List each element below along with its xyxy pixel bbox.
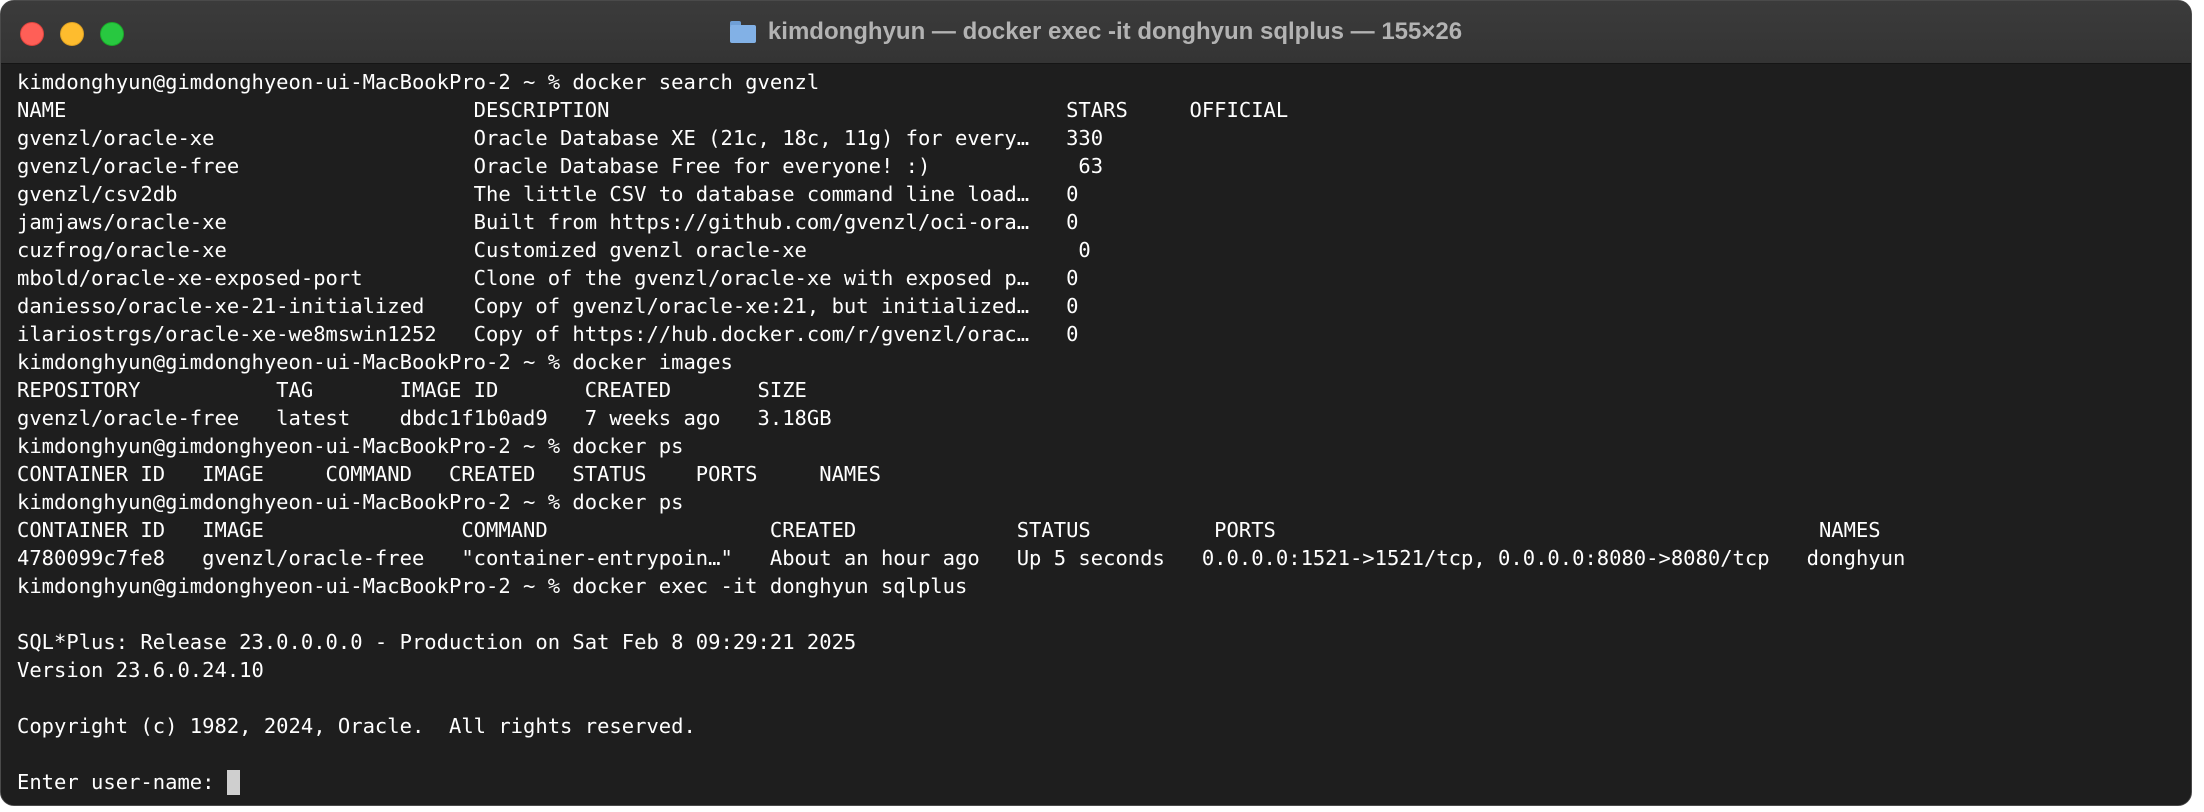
terminal-line: CONTAINER ID IMAGE COMMAND CREATED STATU… xyxy=(17,462,881,486)
terminal-line: cuzfrog/oracle-xe Customized gvenzl orac… xyxy=(17,238,1091,262)
terminal-line: CONTAINER ID IMAGE COMMAND CREATED STATU… xyxy=(17,518,1881,542)
terminal-line: daniesso/oracle-xe-21-initialized Copy o… xyxy=(17,294,1079,318)
title-bar[interactable]: kimdonghyun — docker exec -it donghyun s… xyxy=(1,1,2191,64)
terminal-line: kimdonghyun@gimdonghyeon-ui-MacBookPro-2… xyxy=(17,70,820,94)
terminal-line: SQL*Plus: Release 23.0.0.0.0 - Productio… xyxy=(17,630,857,654)
terminal-line: gvenzl/oracle-free latest dbdc1f1b0ad9 7… xyxy=(17,406,832,430)
terminal-line: ilariostrgs/oracle-xe-we8mswin1252 Copy … xyxy=(17,322,1079,346)
terminal-line: kimdonghyun@gimdonghyeon-ui-MacBookPro-2… xyxy=(17,490,684,514)
prompt-text: Enter user-name: xyxy=(17,770,227,794)
folder-icon xyxy=(729,21,756,43)
prompt-line[interactable]: Enter user-name: xyxy=(17,768,2191,796)
window-title: kimdonghyun — docker exec -it donghyun s… xyxy=(767,18,1463,45)
terminal-line: kimdonghyun@gimdonghyeon-ui-MacBookPro-2… xyxy=(17,574,968,598)
terminal-line: 4780099c7fe8 gvenzl/oracle-free "contain… xyxy=(17,546,1906,570)
window-title-group: kimdonghyun — docker exec -it donghyun s… xyxy=(1,1,2191,63)
terminal-line: gvenzl/csv2db The little CSV to database… xyxy=(17,182,1079,206)
terminal-line: mbold/oracle-xe-exposed-port Clone of th… xyxy=(17,266,1079,290)
terminal-line: REPOSITORY TAG IMAGE ID CREATED SIZE xyxy=(17,378,807,402)
terminal-line: jamjaws/oracle-xe Built from https://git… xyxy=(17,210,1079,234)
terminal-line: Version 23.6.0.24.10 xyxy=(17,658,264,682)
terminal-line: kimdonghyun@gimdonghyeon-ui-MacBookPro-2… xyxy=(17,434,684,458)
terminal-line: gvenzl/oracle-free Oracle Database Free … xyxy=(17,154,1104,178)
terminal-window: kimdonghyun — docker exec -it donghyun s… xyxy=(0,0,2192,806)
text-cursor xyxy=(226,770,240,795)
terminal-line: gvenzl/oracle-xe Oracle Database XE (21c… xyxy=(17,126,1104,150)
terminal-line: Copyright (c) 1982, 2024, Oracle. All ri… xyxy=(17,714,696,738)
terminal-output[interactable]: kimdonghyun@gimdonghyeon-ui-MacBookPro-2… xyxy=(1,64,2191,805)
terminal-line: kimdonghyun@gimdonghyeon-ui-MacBookPro-2… xyxy=(17,350,733,374)
terminal-line: NAME DESCRIPTION STARS OFFICIAL xyxy=(17,98,1289,122)
